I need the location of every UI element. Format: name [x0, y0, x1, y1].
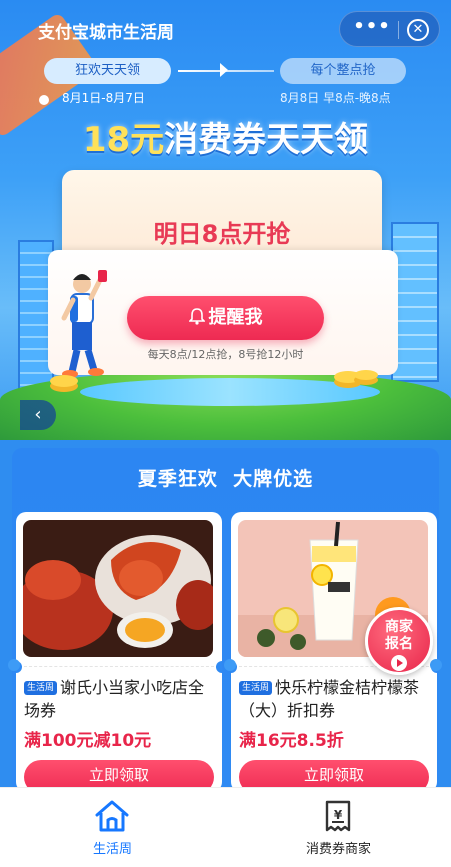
character-illustration [61, 270, 107, 378]
crayfish-photo [23, 520, 213, 657]
stage-pill-daily[interactable]: 狂欢天天领 [44, 58, 171, 84]
chevron-left-icon[interactable]: ‹ [20, 400, 56, 430]
hero-title-text: 消费券天天领 [164, 120, 369, 160]
capsule-divider [398, 21, 399, 39]
card-notch [216, 661, 222, 673]
section-dot [8, 659, 20, 671]
section-dot [430, 659, 442, 671]
close-icon[interactable]: ✕ [407, 19, 429, 41]
countdown-message: 明日8点开抢 [153, 220, 291, 248]
remind-me-label: 提醒我 [208, 307, 263, 328]
coupon-item-price: 满100元减10元 [24, 731, 152, 751]
coupon-item-card[interactable]: 生活周 谢氏小当家小吃店全场券 满100元减10元 立即领取 [16, 512, 222, 792]
merchant-signup-badge[interactable]: 商家 报名 [365, 607, 433, 675]
more-icon[interactable]: ••• [352, 18, 392, 42]
arrow-right-icon [220, 63, 228, 77]
bottom-tab-bar: 生活周 ¥ 消费券商家 [0, 787, 451, 867]
remind-note: 每天8点/12点抢，8号抢12小时 [147, 348, 304, 361]
tab-coupon-merchants[interactable]: ¥ 消费券商家 [226, 788, 451, 867]
stage-date-hourly: 8月8日 早8点-晚8点 [280, 91, 391, 105]
coins-illustration [334, 370, 378, 388]
hero-title-amount: 18元 [82, 120, 165, 160]
coupon-receipt-icon: ¥ [325, 800, 351, 832]
coins-illustration [50, 375, 78, 392]
mini-program-capsule: ••• ✕ [339, 11, 440, 47]
coupon-item-name: 生活周 快乐柠檬金桔柠檬茶（大）折扣券 [239, 676, 433, 722]
coupon-item-price: 满16元8.5折 [239, 731, 344, 751]
merchant-badge-line1: 商家 [385, 619, 413, 635]
remind-me-button[interactable]: 提醒我 [127, 296, 324, 340]
stage-date-daily: 8月1日-8月7日 [62, 91, 145, 105]
home-icon [95, 800, 129, 832]
life-week-tag: 生活周 [24, 681, 58, 695]
life-week-tag: 生活周 [239, 681, 273, 695]
play-icon [391, 655, 407, 671]
merchant-badge-line2: 报名 [385, 636, 413, 652]
stage-pill-hourly[interactable]: 每个整点抢 [280, 58, 406, 84]
hero-title: 18元消费券天天领 [0, 112, 451, 161]
tab-label: 消费券商家 [305, 842, 371, 857]
svg-text:¥: ¥ [334, 808, 343, 822]
bell-icon [187, 298, 206, 342]
tab-label: 生活周 [92, 842, 132, 857]
title-bar: 支付宝城市生活周 ••• ✕ [0, 0, 451, 56]
promo-section-title: 夏季狂欢 大牌优选 [137, 468, 314, 490]
app-title: 支付宝城市生活周 [38, 23, 174, 43]
coupon-item-name: 生活周 谢氏小当家小吃店全场券 [24, 676, 218, 722]
stage-active-dot [39, 95, 49, 105]
tab-life-week[interactable]: 生活周 [0, 788, 225, 867]
section-dot [224, 659, 236, 671]
card-divider [24, 666, 214, 667]
